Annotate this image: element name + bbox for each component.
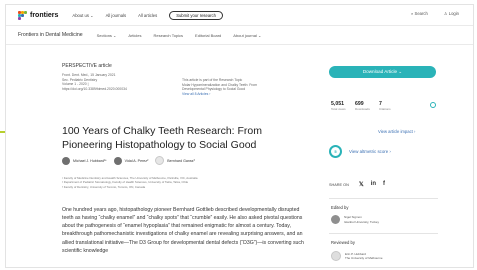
- abstract-text: One hundred years ago, histopathology pi…: [62, 207, 304, 254]
- journal-name[interactable]: Frontiers in Dental Medicine: [18, 32, 83, 38]
- article-main: PERSPECTIVE article Front. Dent. Med., 1…: [62, 63, 312, 254]
- journal-nav-about-journal[interactable]: About journal ⌄: [233, 33, 261, 38]
- logo-text: frontiers: [30, 11, 59, 19]
- frontiers-logo[interactable]: frontiers: [18, 10, 59, 20]
- journal-nav-items: Sections ⌄ Articles Research Topics Edit…: [97, 33, 274, 38]
- avatar: [155, 156, 165, 165]
- affiliations: ¹ Faculty of Medicine Dentistry and Heal…: [62, 176, 312, 189]
- article-type: PERSPECTIVE article: [62, 63, 112, 69]
- linkedin-icon[interactable]: in: [371, 181, 376, 188]
- frontiers-logo-icon: [18, 10, 27, 20]
- stat-citations: 7 Citations: [379, 101, 403, 111]
- stat-label: Citations: [379, 107, 391, 111]
- avatar: [331, 251, 341, 261]
- share-section: SHARE ON 𝕏 in f: [329, 181, 392, 188]
- facebook-icon[interactable]: f: [383, 181, 385, 188]
- journal-nav-articles[interactable]: Articles: [128, 33, 141, 38]
- stat-label: Downloads: [355, 107, 370, 111]
- author-item[interactable]: Bernhard Ganss³: [155, 156, 195, 165]
- author-name: Michael J. Hubbard¹*: [73, 158, 107, 163]
- journal-nav-research-topics[interactable]: Research Topics: [154, 33, 184, 38]
- article-title: 100 Years of Chalky Teeth Research: From…: [62, 125, 262, 152]
- view-all-articles-link[interactable]: View all 8 Articles ›: [182, 92, 302, 97]
- altmetric-badge-icon: 5: [329, 145, 342, 158]
- avatar: [113, 156, 122, 165]
- article-stats: 5,051 Total views 699 Downloads 7 Citati…: [331, 101, 435, 111]
- editor-affiliation: Istanbul University, Turkey: [344, 219, 379, 224]
- nav-about-us[interactable]: About us ⌄: [72, 13, 93, 18]
- affiliation: ³ Faculty of Dentistry, University of To…: [62, 184, 146, 189]
- journal-nav-editorial-board[interactable]: Editorial Board: [195, 33, 221, 38]
- stat-total-views: 5,051 Total views: [331, 101, 355, 111]
- browser-page: frontiers About us ⌄ All journals All ar…: [5, 4, 474, 268]
- reviewer-card[interactable]: Erin P. Hubbard The University of Melbou…: [331, 251, 383, 261]
- share-label: SHARE ON: [329, 182, 349, 187]
- reviewed-by-heading: Reviewed by: [331, 240, 355, 245]
- login-button[interactable]: ♙ Login: [444, 11, 459, 16]
- author-item[interactable]: Michael J. Hubbard¹*: [62, 156, 107, 165]
- stat-downloads: 699 Downloads: [355, 101, 379, 111]
- avatar: [62, 156, 70, 165]
- submit-research-button[interactable]: Submit your research: [169, 10, 223, 20]
- stat-label: Total views: [331, 107, 346, 111]
- top-nav: About us ⌄ All journals All articles Sub…: [72, 10, 235, 20]
- info-icon[interactable]: [430, 102, 436, 108]
- divider: [329, 233, 438, 234]
- x-twitter-icon[interactable]: 𝕏: [359, 181, 364, 188]
- journal-nav: Frontiers in Dental Medicine Sections ⌄ …: [6, 26, 473, 45]
- reviewer-affiliation: The University of Melbourne: [345, 256, 383, 260]
- journal-nav-sections[interactable]: Sections ⌄: [97, 33, 117, 38]
- author-name: Bernhard Ganss³: [167, 158, 195, 163]
- site-header: frontiers About us ⌄ All journals All ar…: [6, 5, 473, 26]
- editor-card[interactable]: Nigel Sigmon Istanbul University, Turkey: [331, 215, 379, 224]
- edited-by-heading: Edited by: [331, 205, 349, 210]
- search-button[interactable]: ⌕ Search: [411, 11, 428, 16]
- download-article-button[interactable]: Download Article ⌄: [329, 66, 436, 78]
- altmetric-widget[interactable]: 5 View altmetric score ›: [329, 145, 391, 158]
- view-article-impact-link[interactable]: View article impact ›: [378, 129, 415, 134]
- view-altmetric-link[interactable]: View altmetric score ›: [349, 149, 391, 154]
- divider: [329, 198, 438, 199]
- nav-all-articles[interactable]: All articles: [138, 13, 157, 18]
- nav-all-journals[interactable]: All journals: [106, 13, 126, 18]
- share-icons: 𝕏 in f: [359, 181, 392, 188]
- author-name: Vidal A. Perez²: [124, 158, 149, 163]
- author-item[interactable]: Vidal A. Perez²: [113, 156, 149, 165]
- research-topic-box: This article is part of the Research Top…: [182, 78, 302, 96]
- avatar: [331, 215, 340, 224]
- header-actions: ⌕ Search ♙ Login: [395, 11, 459, 16]
- author-list: Michael J. Hubbard¹* Vidal A. Perez² Ber…: [62, 156, 202, 165]
